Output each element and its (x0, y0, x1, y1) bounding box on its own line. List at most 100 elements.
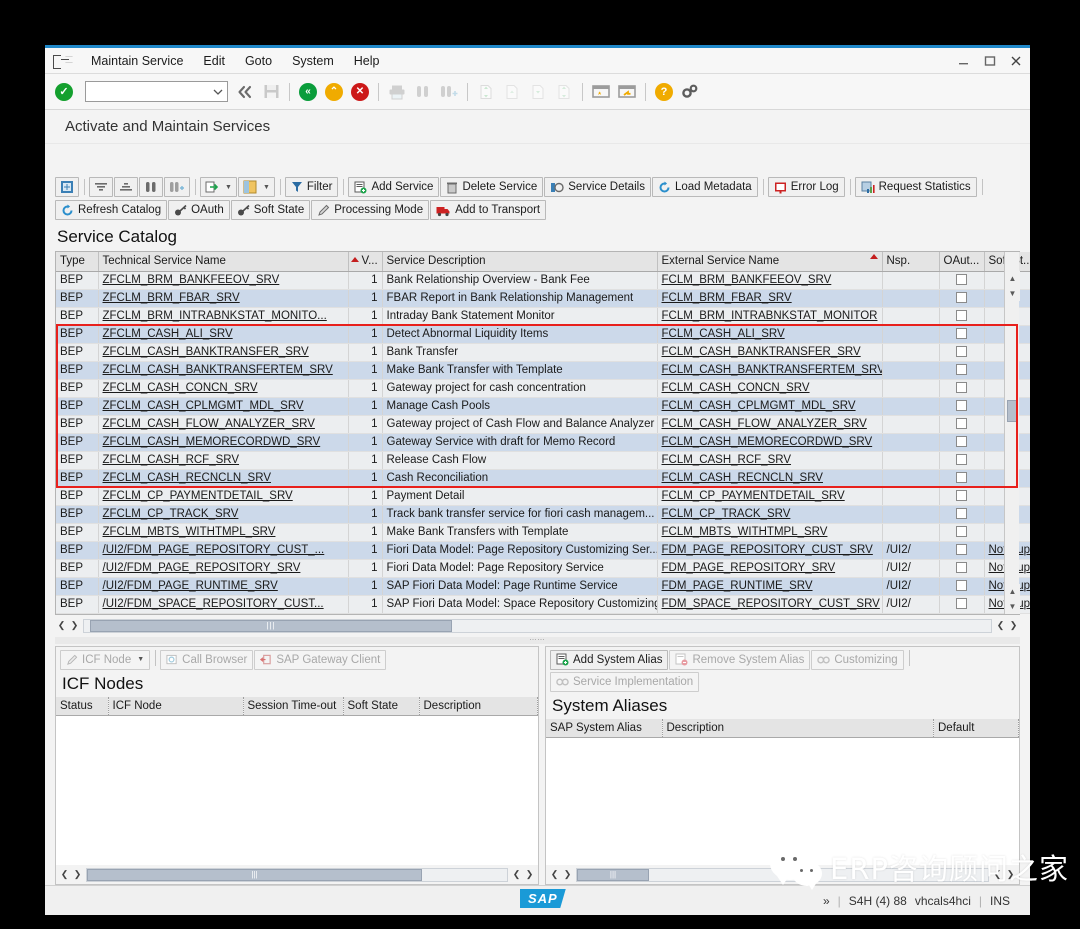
cell-technical-service-name[interactable]: ZFCLM_CASH_BANKTRANSFERTEM_SRV (98, 361, 349, 380)
table-row[interactable]: BEP ZFCLM_CASH_RECNCLN_SRV 1 Cash Reconcili… (56, 469, 1030, 488)
oauth-checkbox[interactable] (956, 382, 967, 394)
cell-technical-service-name[interactable]: ZFCLM_BRM_INTRABNKSTAT_MONITO... (98, 307, 349, 326)
last-page-icon[interactable] (553, 81, 575, 103)
table-row[interactable]: BEP ZFCLM_CASH_ALI_SRV 1 Detect Abnormal Li… (56, 325, 1030, 344)
cell-external-service-name[interactable]: FDM_PAGE_REPOSITORY_CUST_SRV (657, 541, 883, 560)
table-row[interactable]: BEP ZFCLM_CASH_FLOW_ANALYZER_SRV 1 Gateway … (56, 415, 1030, 434)
cell-external-service-name[interactable]: FCLM_CASH_ALI_SRV (657, 325, 883, 344)
cell-oauth-checkbox[interactable] (939, 523, 985, 542)
alias-scroll-left-arrow-icon[interactable]: ❮ (548, 867, 561, 882)
first-page-icon[interactable] (475, 81, 497, 103)
cell-external-service-name[interactable]: FCLM_BRM_INTRABNKSTAT_MONITOR (657, 307, 883, 326)
oauth-checkbox[interactable] (956, 328, 967, 340)
cell-oauth-checkbox[interactable] (939, 559, 985, 578)
cell-oauth-checkbox[interactable] (939, 271, 985, 290)
cell-oauth-checkbox[interactable] (939, 469, 985, 488)
call-browser-button[interactable]: Call Browser (160, 649, 254, 670)
hscroll-thumb[interactable]: ||| (90, 619, 452, 632)
cell-technical-service-name[interactable]: ZFCLM_MBTS_WITHTMPL_SRV (98, 523, 349, 542)
table-row[interactable]: BEP ZFCLM_CASH_BANKTRANSFER_SRV 1 Bank Tran… (56, 343, 1030, 362)
scroll-up-arrow-icon[interactable]: ▲ (1005, 271, 1020, 286)
add-service-button[interactable]: Add Service (348, 177, 440, 197)
alias-col-description[interactable]: Description (662, 718, 934, 738)
cell-external-service-name[interactable]: FCLM_CP_TRACK_SRV (657, 505, 883, 524)
cell-oauth-checkbox[interactable] (939, 487, 985, 506)
back-icon[interactable]: « (297, 81, 319, 103)
find-icon[interactable] (412, 81, 434, 103)
cell-oauth-checkbox[interactable] (939, 451, 985, 470)
layout-button[interactable]: ▼ (237, 177, 275, 197)
cell-oauth-checkbox[interactable] (939, 343, 985, 362)
table-row[interactable]: BEP/UI2/FDM_SPACE_REPOSITORY_CUST... 1 SAP… (56, 595, 1030, 614)
cell-external-service-name[interactable]: FCLM_CASH_BANKTRANSFERTEM_SRV (657, 361, 883, 380)
catalog-horizontal-scrollbar[interactable]: ❮ ❯ ||| ❮ ❯ (55, 617, 1020, 635)
load-metadata-button[interactable]: Load Metadata (651, 177, 758, 197)
alias-scroll-page-right-arrow-icon[interactable]: ❯ (1004, 867, 1017, 882)
cell-external-service-name[interactable]: FCLM_CASH_FLOW_ANALYZER_SRV (657, 415, 883, 434)
cell-technical-service-name[interactable]: ZFCLM_CASH_MEMORECORDWD_SRV (98, 433, 349, 452)
table-row[interactable]: BEP/UI2/FDM_PAGE_REPOSITORY_CUST_... 1 Fio… (56, 541, 1030, 560)
alias-panel-footer-scrollbar[interactable]: ❮ ❯ ||| ❮ ❯ (546, 865, 1019, 884)
cell-external-service-name[interactable]: FCLM_CASH_CPLMGMT_MDL_SRV (657, 397, 883, 416)
save-icon[interactable] (260, 81, 282, 103)
col-type[interactable]: Type (56, 252, 99, 272)
find-button[interactable] (139, 177, 163, 197)
table-row[interactable]: BEP ZFCLM_BRM_BANKFEEOV_SRV 1 Bank Relation… (56, 271, 1030, 290)
scroll-left-arrow-icon[interactable]: ❮ (55, 618, 68, 633)
cell-oauth-checkbox[interactable] (939, 415, 985, 434)
cancel-icon[interactable]: ✕ (349, 81, 371, 103)
table-row[interactable]: BEP ZFCLM_CASH_CONCN_SRV 1 Gateway project … (56, 379, 1030, 398)
back-double-icon[interactable] (234, 81, 256, 103)
sort-ascending-button[interactable] (89, 177, 113, 197)
session-exit-icon[interactable] (53, 54, 69, 69)
cell-external-service-name[interactable]: FDM_PAGE_RUNTIME_SRV (657, 577, 883, 596)
previous-page-icon[interactable] (501, 81, 523, 103)
oauth-button[interactable]: OAuth (168, 200, 230, 220)
table-row[interactable]: BEP ZFCLM_CP_PAYMENTDETAIL_SRV 1 Payment De… (56, 487, 1030, 506)
soft-state-button[interactable]: Soft State (230, 200, 311, 220)
exit-icon[interactable]: ⌃ (323, 81, 345, 103)
icf-scroll-right-arrow-icon[interactable]: ❯ (71, 867, 84, 882)
icf-col-soft-state[interactable]: Soft State (343, 696, 420, 716)
create-session-icon[interactable] (590, 81, 612, 103)
col-service-description[interactable]: Service Description (382, 252, 658, 272)
help-icon[interactable]: ? (653, 81, 675, 103)
table-row[interactable]: BEP ZFCLM_BRM_INTRABNKSTAT_MONITO... 1 Intr… (56, 307, 1030, 326)
oauth-checkbox[interactable] (956, 436, 967, 448)
cell-technical-service-name[interactable]: ZFCLM_CP_PAYMENTDETAIL_SRV (98, 487, 349, 506)
panel-splitter[interactable]: ⋯⋯ (55, 636, 1020, 644)
cell-technical-service-name[interactable]: ZFCLM_CASH_RECNCLN_SRV (98, 469, 349, 488)
cell-technical-service-name[interactable]: /UI2/FDM_PAGE_RUNTIME_SRV (98, 577, 349, 596)
icf-col-node[interactable]: ICF Node (108, 696, 244, 716)
cell-external-service-name[interactable]: FDM_PAGE_REPOSITORY_SRV (657, 559, 883, 578)
cell-external-service-name[interactable]: FCLM_CASH_CONCN_SRV (657, 379, 883, 398)
cell-oauth-checkbox[interactable] (939, 577, 985, 596)
oauth-checkbox[interactable] (956, 598, 967, 610)
next-page-icon[interactable] (527, 81, 549, 103)
cell-technical-service-name[interactable]: ZFCLM_BRM_FBAR_SRV (98, 289, 349, 308)
icf-col-description[interactable]: Description (419, 696, 538, 716)
icf-col-status[interactable]: Status (56, 696, 109, 716)
oauth-checkbox[interactable] (956, 526, 967, 538)
minimize-button[interactable] (956, 55, 972, 67)
service-details-button[interactable]: Service Details (544, 177, 651, 197)
scroll-down-arrow-icon[interactable]: ▼ (1005, 598, 1020, 614)
icf-hscroll-track[interactable]: ||| (86, 867, 508, 882)
col-technical-service-name[interactable]: Technical Service Name (98, 252, 349, 272)
cell-oauth-checkbox[interactable] (939, 307, 985, 326)
cell-external-service-name[interactable]: FCLM_CASH_MEMORECORDWD_SRV (657, 433, 883, 452)
cell-oauth-checkbox[interactable] (939, 595, 985, 614)
refresh-catalog-button[interactable]: Refresh Catalog (55, 200, 168, 220)
add-system-alias-button[interactable]: Add System Alias (550, 649, 669, 670)
icf-col-session-timeout[interactable]: Session Time-out (243, 696, 344, 716)
table-row[interactable]: BEP ZFCLM_CASH_MEMORECORDWD_SRV 1 Gateway S… (56, 433, 1030, 452)
cell-technical-service-name[interactable]: ZFCLM_BRM_BANKFEEOV_SRV (98, 271, 349, 290)
cell-technical-service-name[interactable]: /UI2/FDM_PAGE_REPOSITORY_CUST_... (98, 541, 349, 560)
scroll-page-right-arrow-icon[interactable]: ❯ (1007, 618, 1020, 633)
col-version[interactable]: V... (348, 252, 383, 272)
cell-technical-service-name[interactable]: ZFCLM_CASH_BANKTRANSFER_SRV (98, 343, 349, 362)
menu-maintain-service[interactable]: Maintain Service (81, 51, 193, 71)
icf-scroll-left-arrow-icon[interactable]: ❮ (58, 867, 71, 882)
cell-oauth-checkbox[interactable] (939, 433, 985, 452)
table-row[interactable]: BEP ZFCLM_BRM_FBAR_SRV 1 FBAR Report in Ban… (56, 289, 1030, 308)
